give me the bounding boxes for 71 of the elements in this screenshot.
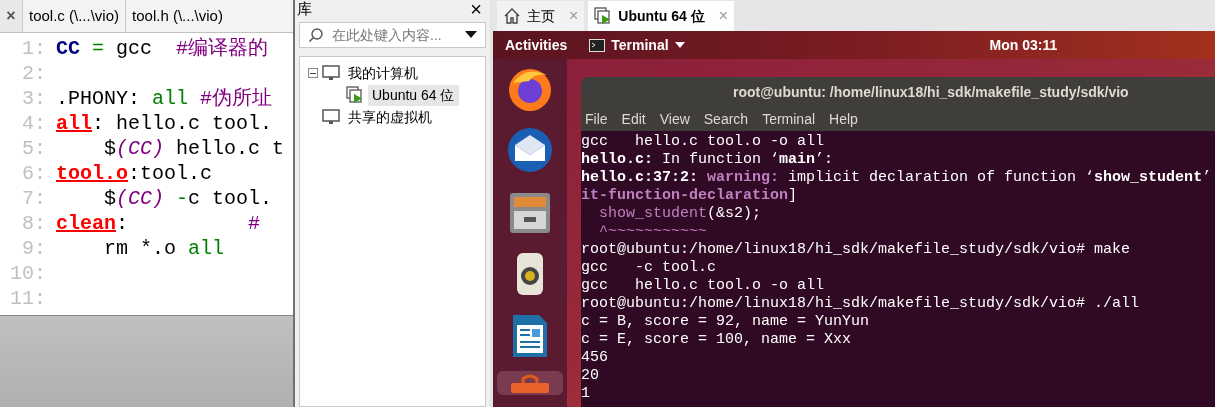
code-token: all bbox=[188, 235, 225, 262]
line-number: 10: bbox=[9, 260, 47, 287]
tree-item[interactable]: 我的计算机 bbox=[344, 62, 422, 84]
code-token: hello.c t bbox=[175, 135, 285, 162]
code-token: (CC) bbox=[116, 185, 165, 212]
code-token: all bbox=[152, 85, 189, 112]
terminal-line: hello.c: In function ‘main’: bbox=[581, 151, 835, 169]
code-token: $ bbox=[103, 135, 116, 162]
search-field[interactable]: 在此处键入内容... bbox=[299, 22, 486, 48]
code-token: gcc bbox=[115, 35, 154, 62]
terminal-line: 1 bbox=[581, 385, 591, 403]
terminal-line: show_student(&s2); bbox=[598, 205, 763, 223]
code-token: :tool.c bbox=[128, 160, 213, 187]
code-token: - bbox=[175, 185, 189, 212]
terminal-line: c = E, score = 100, name = Xxx bbox=[581, 331, 853, 349]
code-token: $ bbox=[103, 185, 116, 212]
line-number: 7: bbox=[21, 185, 47, 212]
terminal-line: gcc hello.c tool.o -o all bbox=[581, 277, 826, 295]
line-number: 5: bbox=[21, 135, 47, 162]
code-token: : bbox=[116, 210, 130, 237]
terminal-line: ^~~~~~~~~~~~ bbox=[598, 223, 709, 241]
terminal-line: hello.c:37:2: warning: implicit declaration of function ‘show_student’ bbox=[581, 169, 1213, 187]
line-number: 2: bbox=[21, 60, 47, 87]
vm-tab[interactable]: 主页 × bbox=[497, 1, 585, 31]
code-token: all bbox=[56, 110, 92, 137]
app-menu[interactable]: Terminal bbox=[589, 34, 685, 56]
code-token: tool.o bbox=[56, 160, 128, 187]
line-number: 3: bbox=[21, 85, 47, 112]
terminal-line: gcc hello.c tool.o -o all bbox=[581, 133, 826, 151]
line-number: 1: bbox=[21, 35, 47, 62]
menu-item[interactable]: View bbox=[659, 108, 690, 130]
code-token: rm *.o bbox=[103, 235, 178, 262]
app-menu-label: Terminal bbox=[611, 35, 669, 55]
activities-button[interactable]: Activities bbox=[505, 34, 568, 56]
code-token: (CC) bbox=[116, 135, 165, 162]
terminal-line: 20 bbox=[581, 367, 600, 385]
line-number: 6: bbox=[21, 160, 47, 187]
menu-item[interactable]: Search bbox=[703, 108, 749, 130]
line-number: 4: bbox=[21, 110, 47, 137]
line-number: 8: bbox=[21, 210, 47, 237]
code-token: : hello.c tool. bbox=[92, 110, 273, 137]
line-number: 9: bbox=[21, 235, 47, 262]
code-token: #编译器的 bbox=[176, 35, 269, 62]
terminal-line: root@ubuntu:/home/linux18/hi_sdk/makefile_study/sdk/vio# make bbox=[581, 241, 1132, 259]
terminal-line: root@ubuntu:/home/linux18/hi_sdk/makefile_study/sdk/vio# ./all bbox=[581, 295, 1141, 313]
menu-item[interactable]: Help bbox=[829, 108, 858, 130]
code-token: #伪所址 bbox=[199, 85, 273, 112]
tree-item[interactable]: Ubuntu 64 位 bbox=[368, 84, 459, 106]
code-token: # bbox=[248, 210, 261, 237]
line-number: 11: bbox=[9, 285, 47, 312]
code-token: CC bbox=[56, 35, 80, 62]
close-tab-button[interactable]: × bbox=[0, 0, 22, 32]
menu-item[interactable]: File bbox=[585, 108, 608, 130]
tab-label: Ubuntu 64 位 bbox=[618, 6, 705, 26]
terminal-line: gcc -c tool.c bbox=[581, 259, 718, 277]
terminal-line: it-function-declaration] bbox=[581, 187, 799, 205]
tree-item[interactable]: 共享的虚拟机 bbox=[344, 106, 436, 128]
terminal-line: c = B, score = 92, name = YunYun bbox=[581, 313, 871, 331]
code-token: = bbox=[91, 35, 105, 62]
clock[interactable]: Mon 03:11 bbox=[989, 34, 1058, 56]
code-token: clean bbox=[56, 210, 116, 237]
vm-tab[interactable]: Ubuntu 64 位 × bbox=[588, 1, 735, 31]
menu-item[interactable]: Terminal bbox=[762, 108, 816, 130]
close-button[interactable]: × bbox=[470, 0, 488, 19]
tab-label: 主页 bbox=[527, 6, 555, 26]
menu-item[interactable]: Edit bbox=[621, 108, 646, 130]
panel-title: 库 bbox=[297, 0, 312, 19]
window-title: root@ubuntu: /home/linux18/hi_sdk/makefile_study/sdk/vio bbox=[733, 82, 1129, 102]
terminal-line: 456 bbox=[581, 349, 609, 367]
code-token: c tool. bbox=[188, 185, 273, 212]
code-token: .PHONY: bbox=[56, 85, 141, 112]
